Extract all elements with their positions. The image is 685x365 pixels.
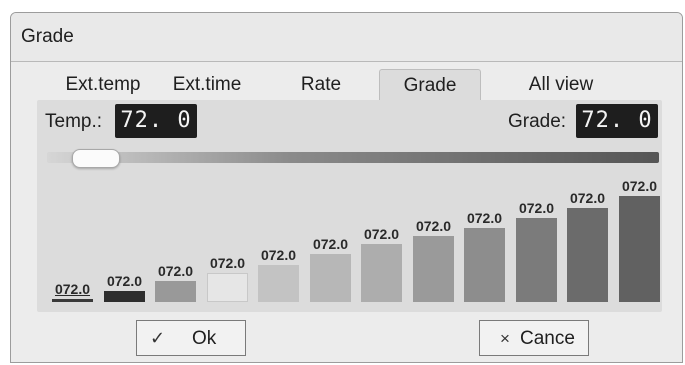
grade-bar-label: 072.0 [106,273,143,289]
grade-bar-fill [464,228,505,302]
tab-ext-time[interactable]: Ext.time [161,69,253,101]
temp-label: Temp.: [45,111,103,132]
cancel-button[interactable]: × Cance [479,320,589,356]
grade-display: 72. 0 [576,104,658,138]
tab-rate[interactable]: Rate [281,69,361,101]
grade-bar-fill [207,273,248,302]
grade-bar-label: 072.0 [54,281,91,297]
grade-bar-8: 072.0 [413,218,454,302]
tab-bar: Ext.temp Ext.time Rate Grade All view [11,65,682,101]
close-icon: × [500,329,510,348]
slider-thumb[interactable] [71,149,120,168]
ok-button-label: Ok [192,328,217,349]
grade-bar-fill [516,218,557,302]
grade-label: Grade: [508,111,567,132]
grade-dialog: Grade Ext.temp Ext.time Rate Grade All v… [10,12,683,363]
temp-display: 72. 0 [115,104,197,138]
grade-bar-fill [258,265,299,302]
cancel-button-label: Cance [520,328,575,349]
grade-bar-fill [361,244,402,302]
grade-bar-9: 072.0 [464,210,505,302]
grade-bar-fill [619,196,660,302]
grade-bar-label: 072.0 [157,263,194,279]
grade-bar-label: 072.0 [466,210,503,226]
title-bar: Grade [11,13,682,62]
grade-bar-label: 072.0 [363,226,400,242]
grade-bar-fill [413,236,454,302]
grade-bar-4: 072.0 [207,255,248,302]
grade-bar-label: 072.0 [518,200,555,216]
grade-bar-label: 072.0 [415,218,452,234]
grade-bar-12: 072.0 [619,178,660,302]
grade-bar-10: 072.0 [516,200,557,302]
grade-bar-6: 072.0 [310,236,351,302]
button-area: ✓ Ok × Cance [11,313,682,362]
ok-button[interactable]: ✓ Ok [136,320,246,356]
grade-bar-fill [310,254,351,302]
grade-bar-fill [567,208,608,302]
grade-bar-7: 072.0 [361,226,402,302]
tab-ext-temp[interactable]: Ext.temp [51,69,155,101]
grade-bar-fill [52,299,93,302]
grade-bar-label: 072.0 [260,247,297,263]
tab-all-view[interactable]: All view [506,69,616,101]
grade-bar-11: 072.0 [567,190,608,302]
grade-bar-label: 072.0 [621,178,658,194]
grade-bar-5: 072.0 [258,247,299,302]
grade-bar-1: 072.0 [52,281,93,302]
grade-bar-label: 072.0 [209,255,246,271]
window-title: Grade [21,26,74,47]
tab-grade[interactable]: Grade [379,69,481,101]
grade-bar-fill [155,281,196,302]
grade-bar-3: 072.0 [155,263,196,302]
temperature-slider[interactable] [47,152,659,163]
grade-bar-fill [104,291,145,302]
grade-bar-2: 072.0 [104,273,145,302]
check-icon: ✓ [150,328,166,348]
grade-bar-label: 072.0 [569,190,606,206]
grade-panel: Temp.: 72. 0 Grade: 72. 0 072.0 072.0 072.… [37,100,662,312]
grade-bar-label: 072.0 [312,236,349,252]
